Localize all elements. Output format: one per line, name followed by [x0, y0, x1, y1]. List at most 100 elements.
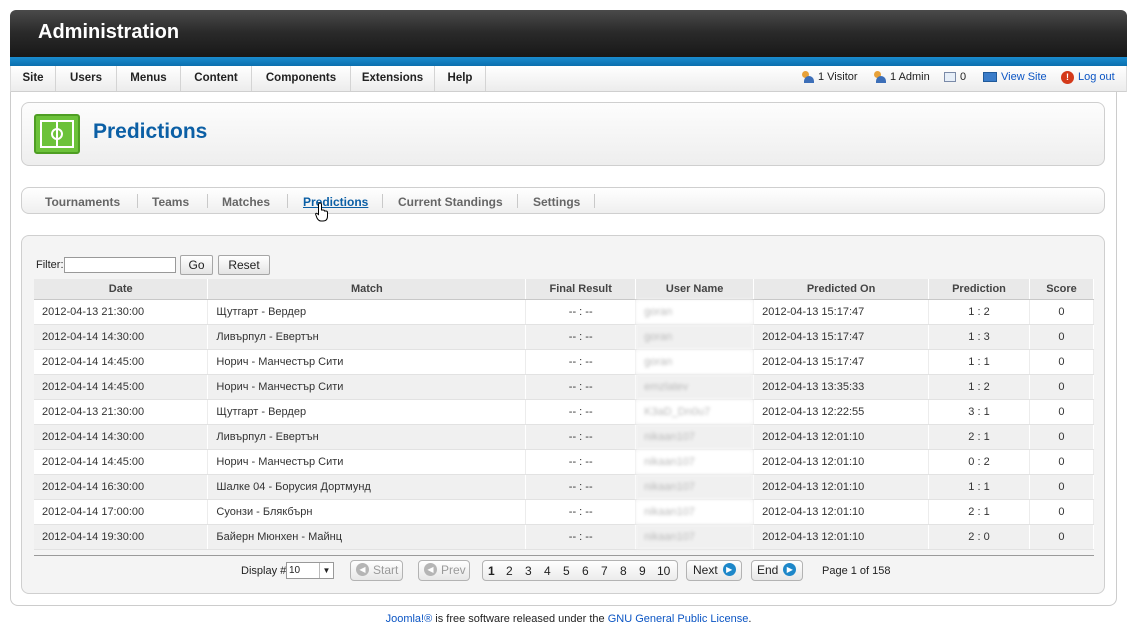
page-title: Predictions [93, 120, 208, 143]
menu-extensions[interactable]: Extensions [351, 66, 435, 91]
cell-match: Суонзи - Блякбърн [207, 499, 527, 525]
page-2[interactable]: 2 [506, 564, 513, 578]
page-10[interactable]: 10 [657, 564, 670, 578]
view-site-link[interactable]: View Site [983, 66, 1047, 91]
page-info: Page 1 of 158 [822, 565, 891, 577]
cell-final-result: -- : -- [525, 424, 637, 450]
cell-user-name: nikaan107 [635, 424, 755, 450]
submenu-tabs: Tournaments Teams Matches Predictions Cu… [21, 187, 1105, 214]
col-user-name[interactable]: User Name [635, 279, 755, 300]
table-body: 2012-04-13 21:30:00 Щутгарт - Вердер -- : … [34, 299, 1095, 550]
cell-user-name: goran [635, 349, 755, 375]
cell-match: Щутгарт - Вердер [207, 299, 527, 325]
table-row[interactable]: 2012-04-14 17:00:00 Суонзи - Блякбърн -- :… [34, 499, 1095, 525]
cell-predicted-on: 2012-04-13 13:35:33 [753, 374, 930, 400]
cell-predicted-on: 2012-04-13 12:01:10 [753, 499, 930, 525]
display-select[interactable]: 10 ▼ [286, 562, 334, 579]
menu-help[interactable]: Help [435, 66, 486, 91]
cell-final-result: -- : -- [525, 349, 637, 375]
page-7[interactable]: 7 [601, 564, 608, 578]
prev-arrow-icon: ◀ [424, 563, 437, 577]
tab-predictions[interactable]: Predictions [303, 195, 368, 209]
cell-prediction: 1 : 2 [928, 299, 1030, 325]
end-button[interactable]: End ▶ [751, 560, 803, 581]
tab-teams[interactable]: Teams [152, 195, 189, 209]
main-menu: Site Users Menus Content Components Exte… [10, 66, 1127, 92]
table-row[interactable]: 2012-04-14 14:45:00 Норич - Манчестър Сит… [34, 449, 1095, 475]
next-label: Next [693, 563, 718, 577]
start-label: Start [373, 563, 399, 577]
logout-label[interactable]: Log out [1078, 71, 1115, 83]
cell-user-name: K3aD_Dn0u7 [635, 399, 755, 425]
col-match[interactable]: Match [207, 279, 527, 300]
table-header-row: Date Match Final Result User Name Predic… [34, 279, 1095, 300]
cell-date: 2012-04-13 21:30:00 [34, 399, 209, 425]
table-row[interactable]: 2012-04-13 21:30:00 Щутгарт - Вердер -- : … [34, 299, 1095, 325]
page-1: 1 [488, 564, 495, 578]
go-button[interactable]: Go [180, 255, 213, 275]
cell-match: Норич - Манчестър Сити [207, 349, 527, 375]
prev-button: ◀ Prev [418, 560, 470, 581]
cell-score: 0 [1029, 474, 1095, 500]
joomla-link[interactable]: Joomla!® [386, 613, 433, 625]
menu-content[interactable]: Content [181, 66, 252, 91]
cell-score: 0 [1029, 299, 1095, 325]
col-score[interactable]: Score [1029, 279, 1095, 300]
prev-label: Prev [441, 563, 466, 577]
table-row[interactable]: 2012-04-14 14:45:00 Норич - Манчестър Сит… [34, 374, 1095, 400]
table-row[interactable]: 2012-04-13 21:30:00 Щутгарт - Вердер -- : … [34, 399, 1095, 425]
col-date[interactable]: Date [34, 279, 209, 300]
page-4[interactable]: 4 [544, 564, 551, 578]
cell-prediction: 3 : 1 [928, 399, 1030, 425]
filter-input[interactable] [64, 257, 176, 273]
tab-tournaments[interactable]: Tournaments [45, 195, 120, 209]
messages-status[interactable]: 0 [944, 66, 966, 91]
page-3[interactable]: 3 [525, 564, 532, 578]
cell-date: 2012-04-14 14:45:00 [34, 449, 209, 475]
admins-count: 1 Admin [890, 71, 930, 83]
cell-prediction: 1 : 1 [928, 474, 1030, 500]
next-button[interactable]: Next ▶ [686, 560, 742, 581]
table-row[interactable]: 2012-04-14 14:30:00 Ливърпул - Евертън -- … [34, 424, 1095, 450]
tab-current-standings[interactable]: Current Standings [398, 195, 503, 209]
cell-score: 0 [1029, 399, 1095, 425]
cell-user-name: goran [635, 299, 755, 325]
page-8[interactable]: 8 [620, 564, 627, 578]
menu-site[interactable]: Site [11, 66, 56, 91]
page-numbers: 1 2 3 4 5 6 7 8 9 10 [482, 560, 678, 581]
menu-users[interactable]: Users [56, 66, 117, 91]
cell-prediction: 1 : 2 [928, 374, 1030, 400]
cell-score: 0 [1029, 324, 1095, 350]
cell-prediction: 1 : 1 [928, 349, 1030, 375]
reset-button[interactable]: Reset [218, 255, 270, 275]
table-row[interactable]: 2012-04-14 19:30:00 Байерн Мюнхен - Майнц… [34, 524, 1095, 550]
cell-prediction: 2 : 1 [928, 499, 1030, 525]
page-9[interactable]: 9 [639, 564, 646, 578]
tab-separator [137, 194, 138, 208]
table-row[interactable]: 2012-04-14 14:30:00 Ливърпул - Евертън -- … [34, 324, 1095, 350]
cell-score: 0 [1029, 524, 1095, 550]
admin-header: Administration [10, 10, 1127, 66]
view-site-label[interactable]: View Site [1001, 71, 1047, 83]
menu-components[interactable]: Components [252, 66, 351, 91]
tab-matches[interactable]: Matches [222, 195, 270, 209]
admin-icon [873, 71, 886, 84]
logout-link[interactable]: ! Log out [1061, 66, 1115, 91]
gpl-link[interactable]: GNU General Public License [608, 613, 749, 625]
table-row[interactable]: 2012-04-14 16:30:00 Шалке 04 - Борусия До… [34, 474, 1095, 500]
page-6[interactable]: 6 [582, 564, 589, 578]
table-row[interactable]: 2012-04-14 14:45:00 Норич - Манчестър Сит… [34, 349, 1095, 375]
cell-final-result: -- : -- [525, 374, 637, 400]
tab-settings[interactable]: Settings [533, 195, 580, 209]
cell-date: 2012-04-14 17:00:00 [34, 499, 209, 525]
cell-predicted-on: 2012-04-13 12:01:10 [753, 474, 930, 500]
tab-separator [287, 194, 288, 208]
col-prediction[interactable]: Prediction [928, 279, 1030, 300]
admin-app: Administration Site Users Menus Content … [0, 0, 1137, 625]
header-stripe [10, 57, 1127, 66]
page-5[interactable]: 5 [563, 564, 570, 578]
col-predicted-on[interactable]: Predicted On [753, 279, 930, 300]
col-final-result[interactable]: Final Result [525, 279, 637, 300]
menu-menus[interactable]: Menus [117, 66, 181, 91]
cell-final-result: -- : -- [525, 524, 637, 550]
